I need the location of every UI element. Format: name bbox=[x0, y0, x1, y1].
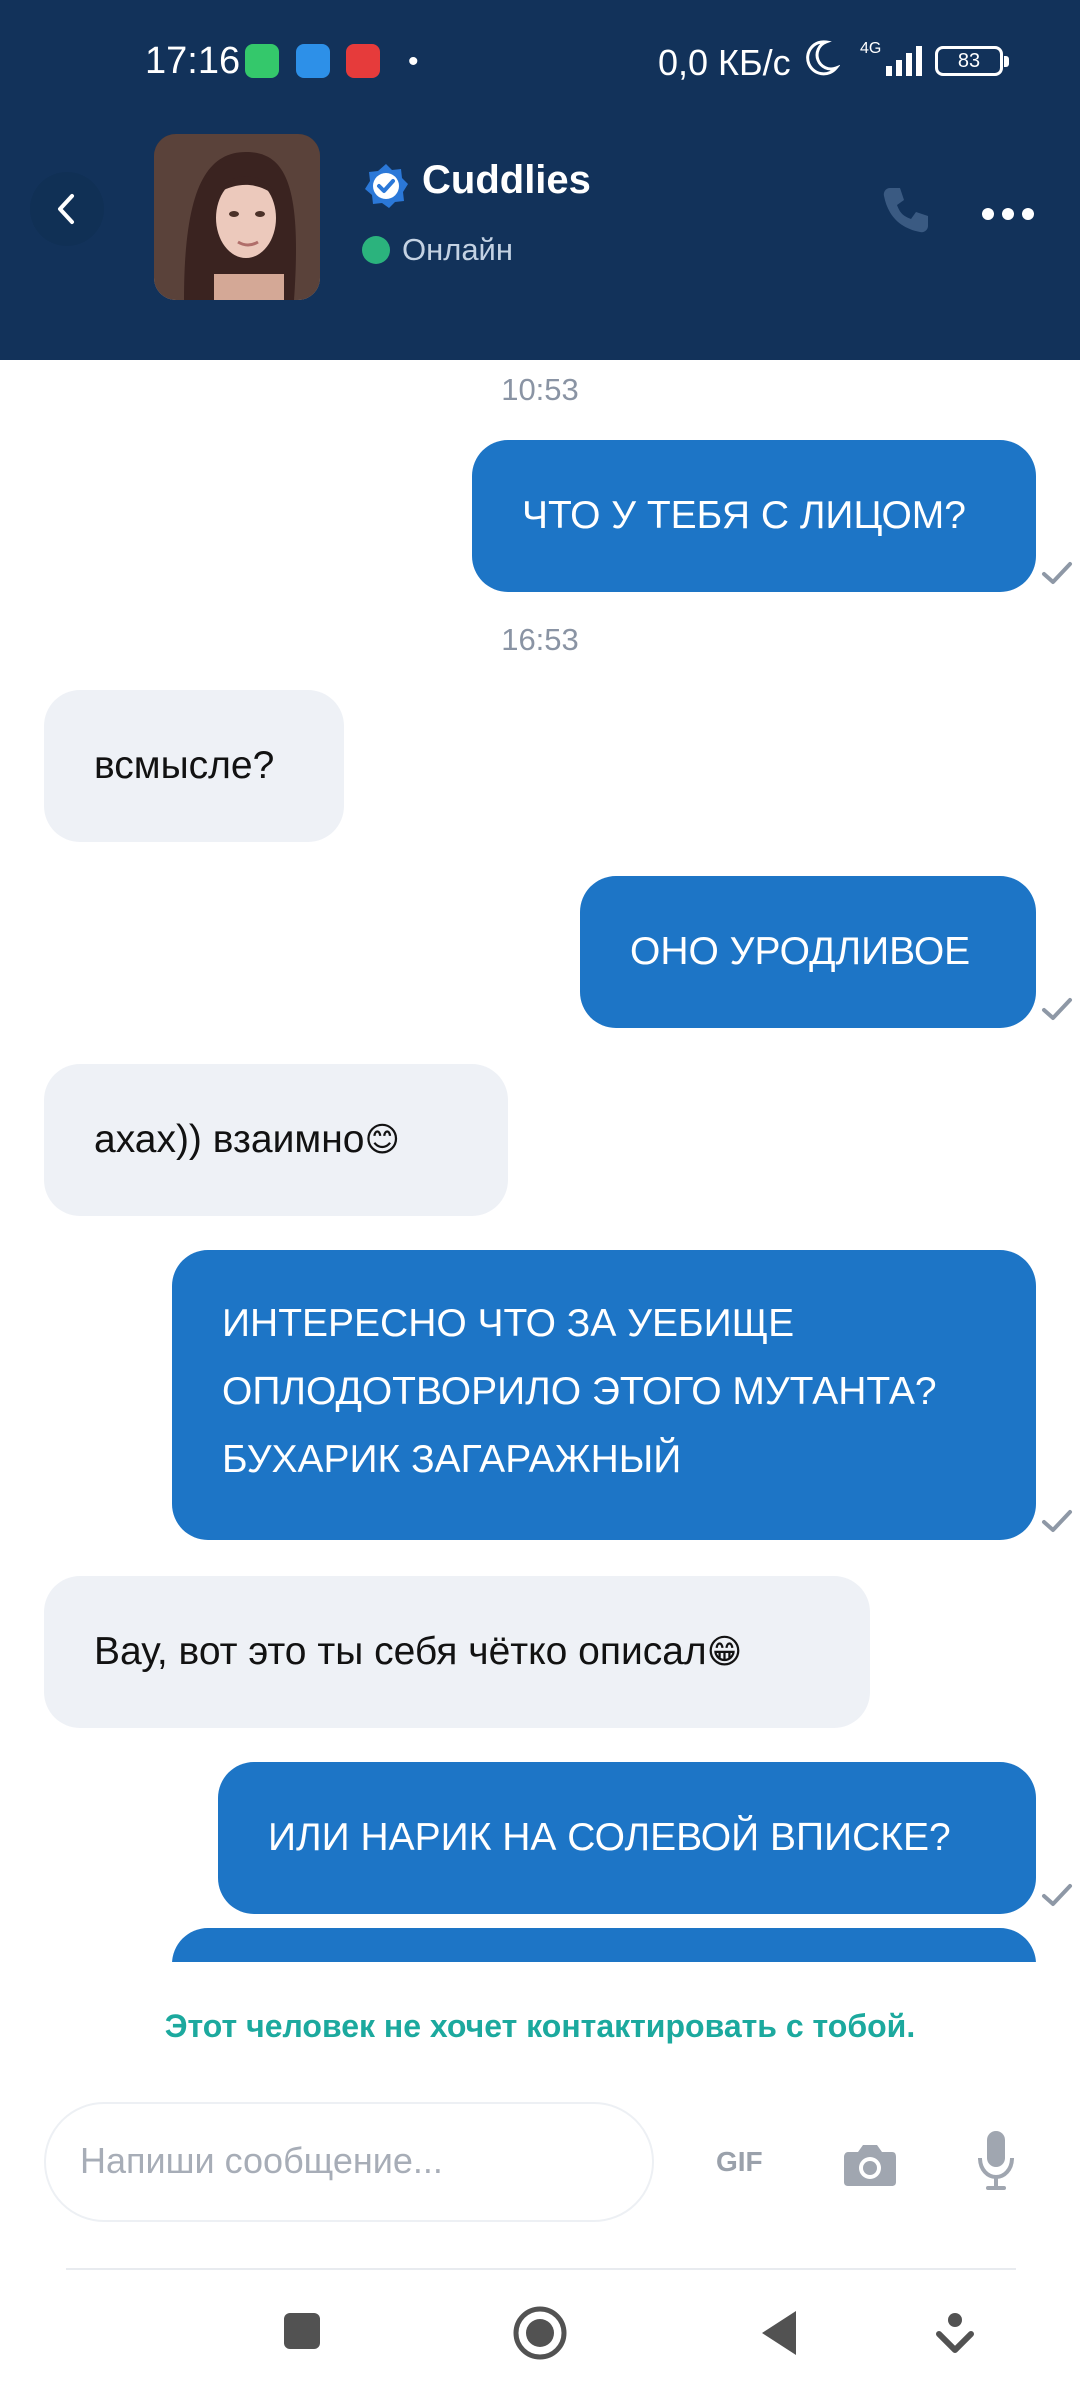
grin-emoji: 😁 bbox=[706, 1633, 743, 1671]
message-incoming[interactable]: Вау, вот это ты себя чётко описал 😁 bbox=[44, 1576, 870, 1728]
status-time: 17:16 bbox=[145, 40, 241, 82]
message-text-line: ИНТЕРЕСНО ЧТО ЗА УЕБИЩЕ bbox=[222, 1302, 795, 1345]
mi-icon bbox=[245, 44, 279, 78]
message-input[interactable]: Напиши сообщение... bbox=[44, 2102, 654, 2222]
moon-icon bbox=[806, 40, 840, 76]
message-outgoing-partial[interactable] bbox=[172, 1928, 1036, 1962]
battery-icon: 83 bbox=[935, 46, 1009, 76]
message-outgoing[interactable]: ОНО УРОДЛИВОЕ bbox=[580, 876, 1036, 1028]
message-text: всмысле? bbox=[94, 744, 275, 787]
back-button[interactable] bbox=[30, 172, 104, 246]
message-outgoing[interactable]: ЧТО У ТЕБЯ С ЛИЦОМ? bbox=[472, 440, 1036, 592]
smile-emoji: 😊 bbox=[364, 1121, 400, 1159]
battery-level: 83 bbox=[957, 50, 981, 72]
back-triangle-icon[interactable] bbox=[756, 2305, 800, 2361]
message-incoming[interactable]: всмысле? bbox=[44, 690, 344, 842]
check-icon bbox=[1042, 1510, 1072, 1532]
dating-app-icon bbox=[346, 44, 380, 78]
divider bbox=[66, 2268, 1016, 2270]
message-text: ахах)) взаимно bbox=[94, 1118, 365, 1161]
message-input-placeholder: Напиши сообщение... bbox=[80, 2140, 443, 2181]
camera-icon[interactable] bbox=[842, 2138, 898, 2190]
more-horizontal-icon[interactable] bbox=[980, 204, 1036, 224]
message-outgoing[interactable]: ИЛИ НАРИК НА СОЛЕВОЙ ВПИСКЕ? bbox=[218, 1762, 1036, 1914]
contact-name[interactable]: Cuddlies bbox=[422, 158, 591, 203]
blocked-notice: Этот человек не хочет контактировать с т… bbox=[164, 2008, 916, 2044]
check-icon bbox=[1042, 562, 1072, 584]
microphone-icon[interactable] bbox=[976, 2128, 1016, 2192]
chat-header: Cuddlies Онлайн bbox=[0, 120, 1080, 360]
message-text-line: БУХАРИК ЗАГАРАЖНЫЙ bbox=[222, 1438, 682, 1481]
message-incoming[interactable]: ахах)) взаимно 😊 bbox=[44, 1064, 508, 1216]
check-icon bbox=[1042, 998, 1072, 1020]
online-status: Онлайн bbox=[402, 232, 513, 267]
signal-icon bbox=[886, 46, 922, 76]
gesture-down-icon[interactable] bbox=[933, 2310, 977, 2360]
timestamp: 16:53 bbox=[501, 622, 579, 657]
message-text: Вау, вот это ты себя чётко описал bbox=[94, 1630, 707, 1673]
message-text: ОНО УРОДЛИВОЕ bbox=[630, 930, 971, 973]
notification-dot-icon: • bbox=[408, 45, 419, 78]
chat-area[interactable]: 10:53 ЧТО У ТЕБЯ С ЛИЦОМ? 16:53 всмысле?… bbox=[0, 360, 1080, 1962]
message-text: ИЛИ НАРИК НА СОЛЕВОЙ ВПИСКЕ? bbox=[268, 1816, 951, 1859]
check-icon bbox=[1042, 1884, 1072, 1906]
verified-badge-icon bbox=[365, 164, 408, 208]
message-text-line: ОПЛОДОТВОРИЛО ЭТОГО МУТАНТА? bbox=[222, 1370, 937, 1413]
timestamp: 10:53 bbox=[501, 372, 579, 407]
recent-apps-icon[interactable] bbox=[284, 2313, 320, 2349]
status-bar: 17:16 • 0,0 КБ/с 4G 83 bbox=[0, 0, 1080, 120]
message-outgoing[interactable]: ИНТЕРЕСНО ЧТО ЗА УЕБИЩЕ ОПЛОДОТВОРИЛО ЭТ… bbox=[172, 1250, 1036, 1540]
gif-button[interactable]: GIF bbox=[716, 2146, 763, 2178]
network-speed: 0,0 КБ/с bbox=[658, 42, 791, 83]
chevron-left-icon bbox=[58, 194, 74, 224]
avatar-image bbox=[154, 134, 320, 300]
online-indicator bbox=[362, 236, 390, 264]
network-type: 4G bbox=[860, 40, 882, 57]
home-icon[interactable] bbox=[512, 2305, 568, 2361]
phone-icon[interactable] bbox=[878, 182, 934, 238]
avatar[interactable] bbox=[154, 134, 320, 300]
messages-icon bbox=[296, 44, 330, 78]
message-text: ЧТО У ТЕБЯ С ЛИЦОМ? bbox=[522, 494, 966, 537]
